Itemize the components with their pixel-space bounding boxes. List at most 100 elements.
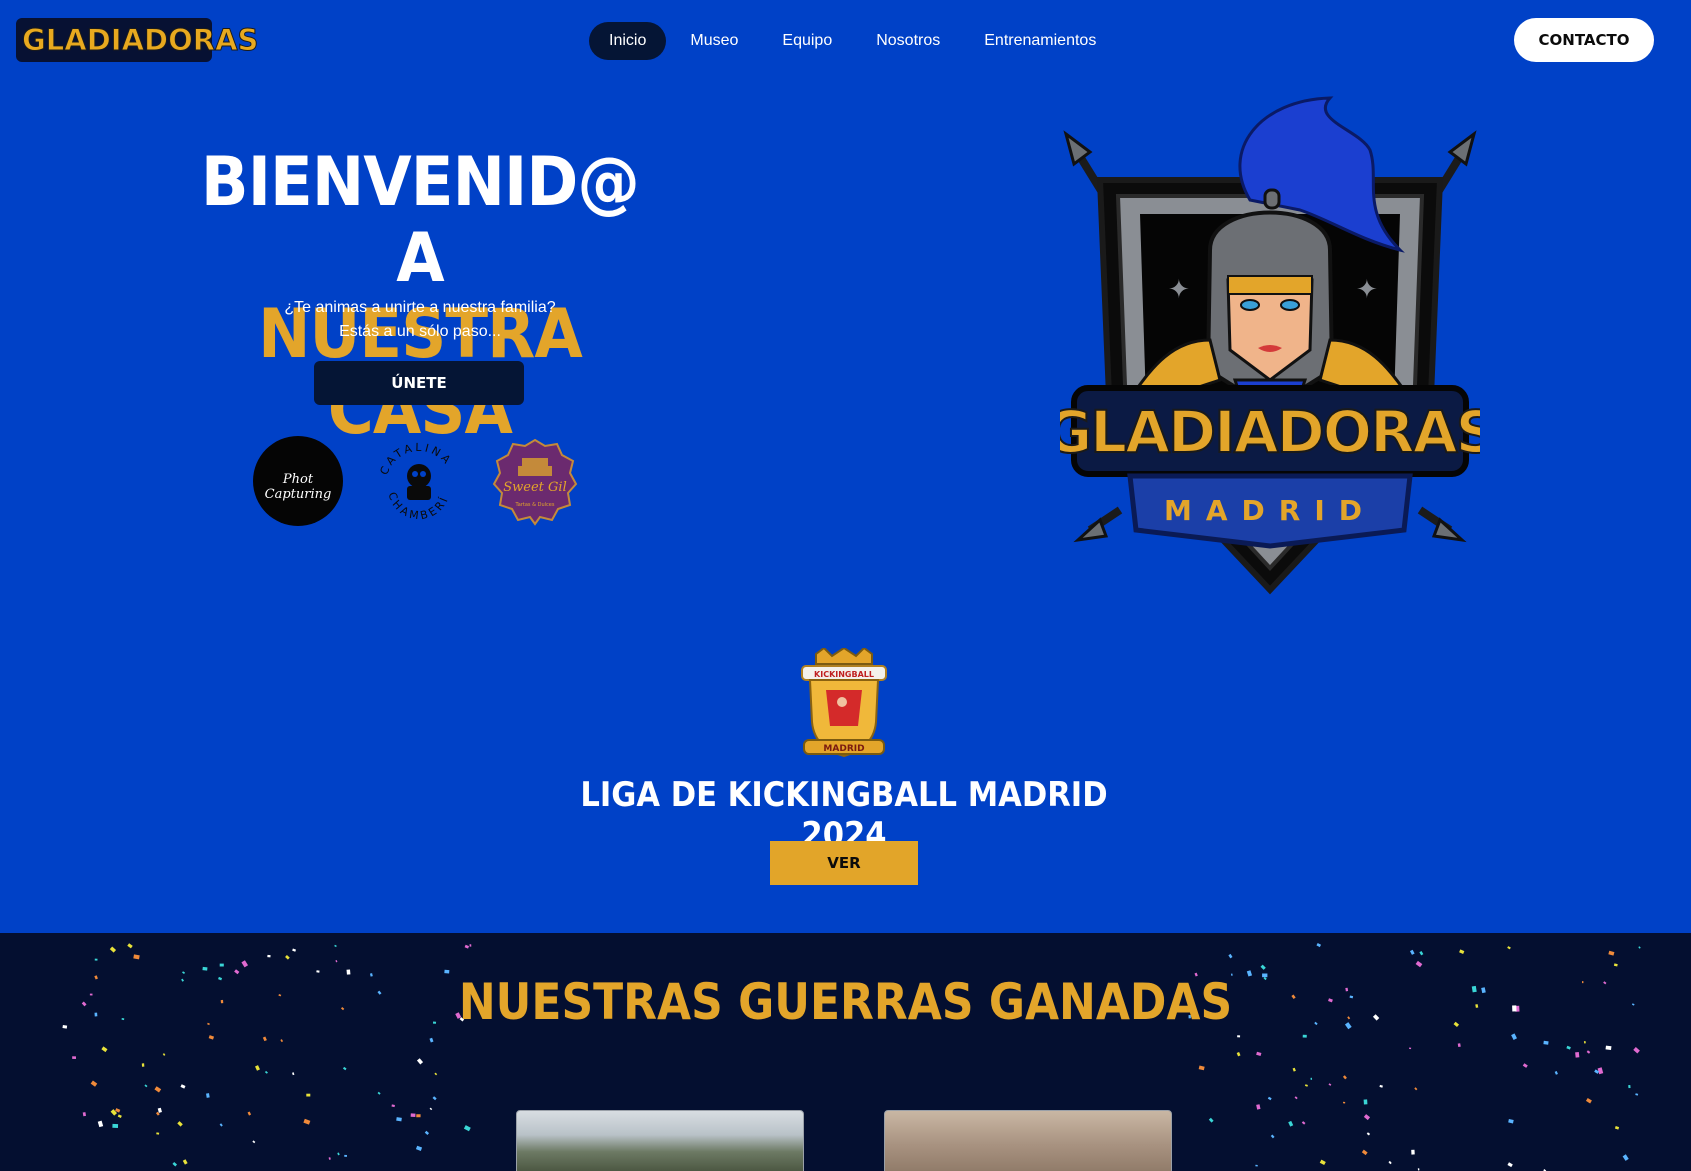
confetti-piece bbox=[1361, 1149, 1368, 1156]
confetti-piece bbox=[464, 944, 470, 949]
confetti-piece bbox=[1267, 1096, 1272, 1101]
confetti-piece bbox=[1198, 1065, 1205, 1071]
confetti-piece bbox=[280, 1039, 284, 1043]
confetti-piece bbox=[219, 1123, 223, 1127]
confetti-piece bbox=[429, 1037, 434, 1043]
site-logo[interactable]: GLADIADORAS bbox=[16, 18, 259, 62]
menu-item-inicio[interactable]: Inicio bbox=[589, 22, 667, 60]
liga-crest-bottom-text: MADRID bbox=[823, 744, 864, 754]
confetti-piece bbox=[177, 1121, 183, 1127]
confetti-piece bbox=[62, 1025, 68, 1029]
confetti-piece bbox=[1583, 1041, 1586, 1044]
confetti-piece bbox=[262, 1036, 267, 1042]
trophy-photo-1[interactable] bbox=[516, 1110, 804, 1171]
confetti-piece bbox=[94, 975, 98, 980]
gladiadoras-crest-icon: ✦ ✦ GLADIADORAS MADRID bbox=[1044, 96, 1498, 595]
menu-item-museo[interactable]: Museo bbox=[670, 22, 758, 60]
confetti-piece bbox=[1585, 1098, 1592, 1104]
crest-name-text: GLADIADORAS bbox=[1060, 398, 1480, 466]
confetti-piece bbox=[1310, 1077, 1313, 1080]
confetti-piece bbox=[303, 1118, 311, 1125]
confetti-piece bbox=[156, 1132, 160, 1135]
confetti-piece bbox=[396, 1117, 402, 1122]
confetti-piece bbox=[391, 1104, 395, 1108]
confetti-piece bbox=[1459, 949, 1465, 954]
hero-subtitle: ¿Te animas a unirte a nuestra familia? E… bbox=[220, 296, 620, 344]
confetti-piece bbox=[344, 1154, 347, 1157]
confetti-piece bbox=[337, 1152, 340, 1156]
confetti-piece bbox=[72, 1056, 76, 1059]
confetti-piece bbox=[117, 1114, 122, 1118]
sponsor-catalina-chamberi-logo[interactable]: CATALINA CHAMBERÍ bbox=[374, 436, 464, 526]
confetti-piece bbox=[1638, 946, 1641, 949]
contact-button[interactable]: CONTACTO bbox=[1514, 18, 1654, 62]
svg-text:✦: ✦ bbox=[1356, 275, 1378, 305]
confetti-piece bbox=[416, 1114, 421, 1118]
confetti-piece bbox=[1304, 1084, 1308, 1087]
confetti-piece bbox=[172, 1162, 178, 1167]
menu-item-equipo[interactable]: Equipo bbox=[762, 22, 852, 60]
kickingball-liga-crest: KICKINGBALL MADRID bbox=[794, 646, 894, 762]
menu-item-entrenamientos[interactable]: Entrenamientos bbox=[964, 22, 1116, 60]
confetti-piece bbox=[334, 944, 337, 948]
confetti-piece bbox=[328, 1157, 331, 1160]
confetti-piece bbox=[1388, 1160, 1392, 1165]
svg-text:✦: ✦ bbox=[1168, 275, 1190, 305]
confetti-piece bbox=[219, 963, 224, 967]
confetti-piece bbox=[1342, 1101, 1346, 1104]
guerras-ganadas-section: NUESTRAS GUERRAS GANADAS bbox=[0, 933, 1691, 1171]
confetti-piece bbox=[1292, 1067, 1296, 1072]
liga-crest-top-text: KICKINGBALL bbox=[814, 670, 874, 679]
confetti-piece bbox=[1586, 1050, 1591, 1054]
confetti-piece bbox=[94, 1012, 98, 1017]
confetti-piece bbox=[162, 1053, 166, 1056]
confetti-piece bbox=[1597, 1067, 1604, 1075]
confetti-piece bbox=[1342, 1075, 1347, 1080]
main-menu: Inicio Museo Equipo Nosotros Entrenamien… bbox=[589, 22, 1120, 60]
confetti-piece bbox=[182, 1159, 188, 1165]
confetti-piece bbox=[1236, 1052, 1241, 1057]
top-navigation: GLADIADORAS Inicio Museo Equipo Nosotros… bbox=[0, 0, 1691, 82]
confetti-piece bbox=[1363, 1099, 1368, 1105]
confetti-piece bbox=[1419, 951, 1424, 956]
sponsor-sweet-gil-logo[interactable]: Sweet Gil Tartas & Dulces bbox=[490, 436, 580, 526]
confetti-piece bbox=[180, 1084, 186, 1089]
confetti-piece bbox=[90, 1080, 98, 1087]
confetti-piece bbox=[1628, 1085, 1631, 1089]
confetti-piece bbox=[1208, 1117, 1214, 1123]
trophy-photo-2[interactable] bbox=[884, 1110, 1172, 1171]
confetti-piece bbox=[82, 1112, 86, 1117]
confetti-piece bbox=[1260, 964, 1266, 970]
confetti-piece bbox=[97, 1120, 104, 1128]
confetti-piece bbox=[81, 1001, 87, 1007]
confetti-piece bbox=[1328, 1083, 1332, 1086]
confetti-piece bbox=[1631, 1003, 1635, 1006]
confetti-piece bbox=[1319, 1159, 1326, 1166]
join-button[interactable]: ÚNETE bbox=[314, 361, 524, 405]
logo-text: GLADIADORAS bbox=[21, 23, 259, 58]
confetti-piece bbox=[1633, 1047, 1640, 1054]
confetti-piece bbox=[429, 1107, 433, 1111]
confetti-piece bbox=[157, 1107, 162, 1113]
confetti-piece bbox=[1409, 949, 1415, 955]
catalina-chamberi-icon: CATALINA CHAMBERÍ bbox=[377, 441, 451, 523]
confetti-piece bbox=[1508, 1119, 1514, 1124]
menu-item-nosotros[interactable]: Nosotros bbox=[856, 22, 960, 60]
ver-button[interactable]: VER bbox=[770, 841, 918, 885]
confetti-piece bbox=[1511, 1033, 1517, 1041]
confetti-piece bbox=[101, 1046, 108, 1053]
confetti-piece bbox=[410, 1113, 416, 1117]
confetti-piece bbox=[342, 1066, 347, 1071]
confetti-piece bbox=[1411, 1149, 1415, 1155]
confetti-piece bbox=[1614, 1126, 1620, 1130]
sponsor-photo-capturing-logo[interactable]: Phot Capturing bbox=[253, 436, 343, 526]
confetti-piece bbox=[377, 1091, 381, 1095]
confetti-piece bbox=[1270, 1134, 1275, 1139]
confetti-piece bbox=[264, 1070, 268, 1074]
confetti-piece bbox=[1507, 1162, 1513, 1168]
confetti-piece bbox=[247, 1111, 252, 1116]
confetti-piece bbox=[1409, 1047, 1412, 1050]
confetti-piece bbox=[1613, 963, 1618, 967]
confetti-piece bbox=[208, 1035, 215, 1040]
confetti-piece bbox=[1301, 1121, 1306, 1125]
